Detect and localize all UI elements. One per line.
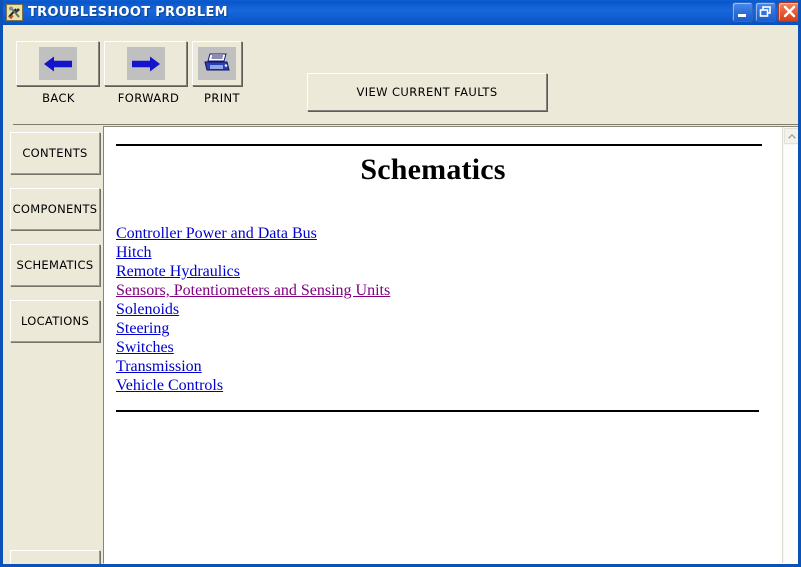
list-item[interactable]: Remote Hydraulics [116,262,240,281]
close-button[interactable] [778,2,798,22]
print-button-label: PRINT [204,91,240,105]
nav-button-group [16,41,242,86]
schematics-link-list: Controller Power and Data Bus Hitch Remo… [116,224,736,395]
page-title: Schematics [360,153,506,186]
list-item[interactable]: Transmission [116,357,202,376]
sidebar: CONTENTS COMPONENTS SCHEMATICS LOCATIONS [6,126,103,564]
list-item[interactable]: Solenoids [116,300,179,319]
bottom-divider [116,410,759,412]
window-controls [732,2,798,22]
document-view: Schematics Controller Power and Data Bus… [104,127,782,563]
top-divider [116,144,762,146]
forward-button[interactable] [104,41,187,86]
restore-button[interactable] [755,2,776,22]
title-bar: TROUBLESHOOT PROBLEM [3,0,798,25]
application-window: TROUBLESHOOT PROBLEM BACK FORWARD PRINT … [0,0,801,567]
list-item[interactable]: Sensors, Potentiometers and Sensing Unit… [116,281,390,300]
toolbar-divider [13,124,798,125]
list-item[interactable]: Controller Power and Data Bus [116,224,317,243]
content-panel: Schematics Controller Power and Data Bus… [103,126,798,564]
list-item[interactable]: Hitch [116,243,152,262]
vertical-scrollbar[interactable] [782,127,798,563]
chevron-up-icon[interactable] [784,128,798,144]
back-button-label: BACK [42,91,75,105]
printer-icon [198,47,236,80]
list-item[interactable]: Steering [116,319,169,338]
list-item[interactable]: Vehicle Controls [116,376,223,395]
arrow-right-icon [126,47,165,80]
tools-icon [6,4,23,21]
view-current-faults-button[interactable]: VIEW CURRENT FAULTS [307,73,547,111]
arrow-left-icon [38,47,77,80]
toolbar: BACK FORWARD PRINT VIEW CURRENT FAULTS [6,25,798,126]
sidebar-item-locations[interactable]: LOCATIONS [10,300,100,342]
minimize-button[interactable] [732,2,753,22]
sidebar-item-schematics[interactable]: SCHEMATICS [10,244,100,286]
sidebar-item-components[interactable]: COMPONENTS [10,188,100,230]
scrollbar-track[interactable] [784,145,798,563]
print-button[interactable] [192,41,242,86]
forward-button-label: FORWARD [117,91,180,105]
nav-button-labels: BACK FORWARD PRINT [16,91,248,105]
list-item[interactable]: Switches [116,338,174,357]
sidebar-item-contents[interactable]: CONTENTS [10,132,100,174]
window-title: TROUBLESHOOT PROBLEM [28,5,228,20]
sidebar-item-partial[interactable] [10,550,100,564]
back-button[interactable] [16,41,99,86]
